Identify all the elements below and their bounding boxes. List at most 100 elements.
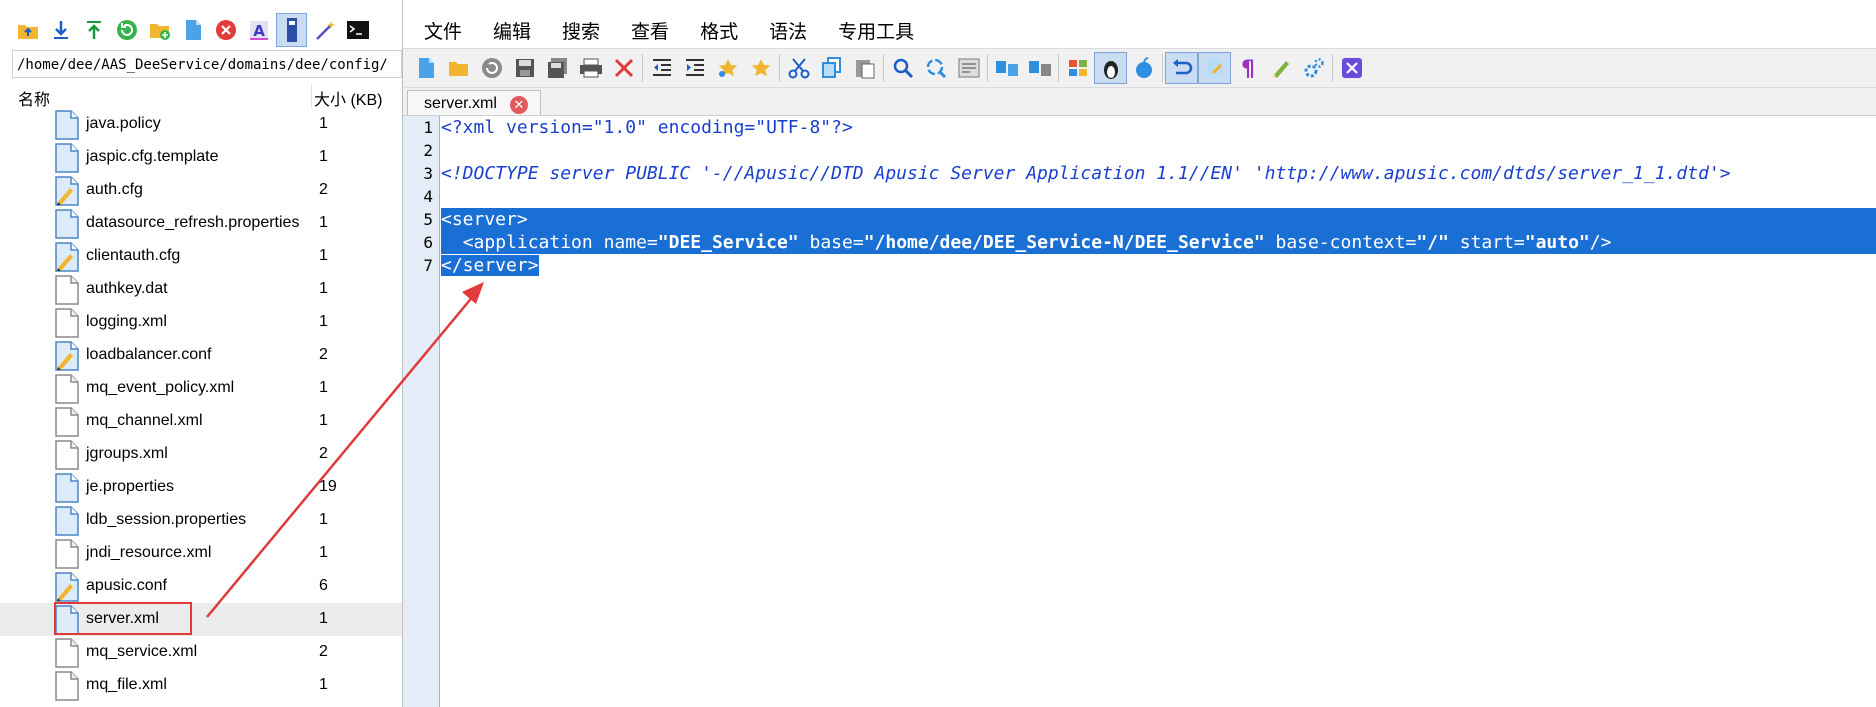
print-icon[interactable] [574, 52, 607, 84]
settings-icon[interactable] [1297, 52, 1330, 84]
path-input[interactable]: /home/dee/AAS_DeeService/domains/dee/con… [12, 50, 402, 78]
compare-icon[interactable] [990, 52, 1023, 84]
bookmark-next-icon[interactable] [744, 52, 777, 84]
file-row[interactable]: datasource_refresh.properties 1 [0, 207, 402, 240]
file-size: 1 [319, 412, 328, 429]
file-name: mq_file.xml [86, 676, 167, 693]
file-row[interactable]: java.policy 1 [0, 108, 402, 141]
file-icon [54, 110, 80, 140]
column-size-header[interactable]: 大小 (KB) [314, 86, 382, 110]
code-val-base-context: "/" [1416, 232, 1449, 253]
sync-icon[interactable] [1023, 52, 1056, 84]
find-icon[interactable] [886, 52, 919, 84]
tab-label: server.xml [424, 95, 497, 112]
rename-icon[interactable]: A [243, 13, 274, 47]
code-line-2[interactable] [441, 139, 1876, 162]
column-divider[interactable] [311, 84, 312, 108]
file-row[interactable]: authkey.dat 1 [0, 273, 402, 306]
file-row[interactable]: apusic.conf 6 [0, 570, 402, 603]
file-row[interactable]: mq_file.xml 1 [0, 669, 402, 702]
edit-file-icon[interactable] [276, 13, 307, 47]
code-line-3[interactable]: <!DOCTYPE server PUBLIC '-//Apusic//DTD … [441, 162, 1876, 185]
paste-icon[interactable] [848, 52, 881, 84]
line-number: 5 [423, 210, 433, 229]
file-row[interactable]: ldb_session.properties 1 [0, 504, 402, 537]
open-icon[interactable] [442, 52, 475, 84]
text-editor-window: 文件 编辑 搜索 查看 格式 语法 专用工具 ¶ server.xml ✕ 1 … [402, 0, 1876, 707]
paragraph-icon[interactable]: ¶ [1231, 52, 1264, 84]
save-all-icon[interactable] [541, 52, 574, 84]
code-tag-server-close: </server> [441, 255, 539, 276]
linux-icon[interactable] [1094, 52, 1127, 84]
reload-icon[interactable] [475, 52, 508, 84]
indent-left-icon[interactable] [645, 52, 678, 84]
file-row[interactable]: clientauth.cfg 1 [0, 240, 402, 273]
menu-item-3[interactable]: 查看 [620, 17, 680, 44]
file-row[interactable]: auth.cfg 2 [0, 174, 402, 207]
save-icon[interactable] [508, 52, 541, 84]
code-attr-name: name= [592, 232, 658, 253]
tab-server-xml[interactable]: server.xml ✕ [407, 90, 541, 115]
folder-up-icon[interactable] [12, 13, 43, 47]
new-file-icon[interactable] [177, 13, 208, 47]
file-row[interactable]: loadbalancer.conf 2 [0, 339, 402, 372]
menu-item-4[interactable]: 格式 [689, 17, 749, 44]
file-row[interactable]: mq_channel.xml 1 [0, 405, 402, 438]
file-row[interactable]: jndi_resource.xml 1 [0, 537, 402, 570]
goto-icon[interactable] [952, 52, 985, 84]
wrap-icon[interactable] [1198, 52, 1231, 84]
file-row[interactable]: mq_event_policy.xml 1 [0, 372, 402, 405]
code-val-base: "/home/dee/DEE_Service-N/DEE_Service" [863, 232, 1265, 253]
upload-icon[interactable] [78, 13, 109, 47]
exit-icon[interactable] [1335, 52, 1368, 84]
code-line-7[interactable]: </server> [441, 254, 1876, 277]
config-file-icon [54, 572, 80, 602]
replace-icon[interactable] [919, 52, 952, 84]
windows-icon[interactable] [1061, 52, 1094, 84]
file-name: logging.xml [86, 313, 167, 330]
delete-icon[interactable] [210, 13, 241, 47]
file-icon [54, 209, 80, 239]
terminal-icon[interactable] [342, 13, 373, 47]
code-editor[interactable]: <?xml version="1.0" encoding="UTF-8"?> <… [441, 116, 1876, 707]
highlight-icon[interactable] [1264, 52, 1297, 84]
code-line-6[interactable]: <application name="DEE_Service" base="/h… [441, 231, 1876, 254]
menu-item-6[interactable]: 专用工具 [827, 17, 925, 44]
code-tag-server-open: <server> [441, 209, 528, 230]
toolbar-separator [883, 54, 884, 82]
menu-item-5[interactable]: 语法 [758, 17, 818, 44]
bookmark-icon[interactable] [711, 52, 744, 84]
file-name: authkey.dat [86, 280, 168, 297]
file-name: mq_service.xml [86, 643, 198, 660]
refresh-icon[interactable] [111, 13, 142, 47]
copy-icon[interactable] [815, 52, 848, 84]
svg-text:A: A [253, 22, 265, 40]
mac-icon[interactable] [1127, 52, 1160, 84]
close-icon[interactable] [607, 52, 640, 84]
menu-item-2[interactable]: 搜索 [551, 17, 611, 44]
indent-right-icon[interactable] [678, 52, 711, 84]
download-icon[interactable] [45, 13, 76, 47]
file-name: jaspic.cfg.template [86, 148, 219, 165]
magic-wand-icon[interactable] [309, 13, 340, 47]
code-line-1[interactable]: <?xml version="1.0" encoding="UTF-8"?> [441, 116, 1876, 139]
menu-item-0[interactable]: 文件 [413, 17, 473, 44]
code-line-5[interactable]: <server> [441, 208, 1876, 231]
column-name-header[interactable]: 名称 [18, 86, 50, 110]
file-row[interactable]: je.properties 19 [0, 471, 402, 504]
file-browser-toolbar: A [12, 8, 373, 52]
new-icon[interactable] [409, 52, 442, 84]
code-line-4[interactable] [441, 185, 1876, 208]
toolbar-separator [1332, 54, 1333, 82]
menu-item-1[interactable]: 编辑 [482, 17, 542, 44]
tab-close-icon[interactable]: ✕ [510, 96, 528, 114]
blank-file-icon [54, 440, 80, 470]
undo-icon[interactable] [1165, 52, 1198, 84]
file-row[interactable]: jgroups.xml 2 [0, 438, 402, 471]
file-row[interactable]: jaspic.cfg.template 1 [0, 141, 402, 174]
cut-icon[interactable] [782, 52, 815, 84]
file-row[interactable]: mq_service.xml 2 [0, 636, 402, 669]
new-folder-icon[interactable] [144, 13, 175, 47]
file-row[interactable]: logging.xml 1 [0, 306, 402, 339]
